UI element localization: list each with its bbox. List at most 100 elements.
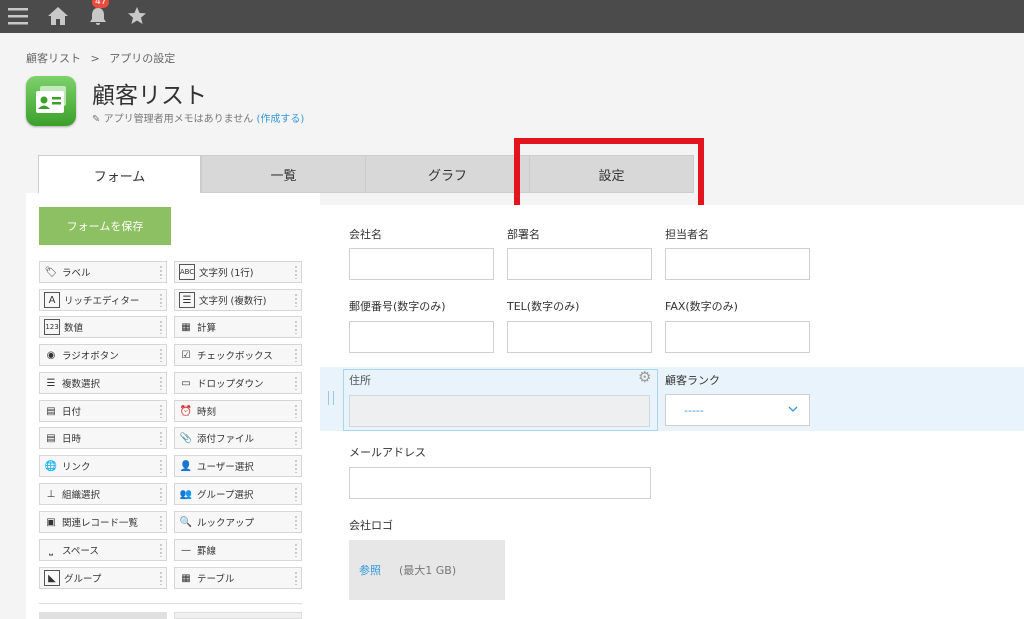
drag-handle-icon[interactable] [294, 431, 298, 445]
tab-graph[interactable]: グラフ [365, 155, 530, 193]
palette-item-label[interactable]: 🏷 ラベル [39, 261, 167, 283]
palette-item-line[interactable]: — 罫線 [174, 539, 302, 561]
palette-item-single-line[interactable]: ABC 文字列 (1行) [174, 261, 302, 283]
globe-icon: 🌐 [44, 460, 58, 472]
menu-icon[interactable] [6, 4, 30, 28]
palette-item-lookup[interactable]: 🔍 ルックアップ [174, 511, 302, 533]
palette-item-group-select[interactable]: 👥 グループ選択 [174, 483, 302, 505]
drag-handle-icon[interactable] [294, 515, 298, 529]
address-input[interactable] [349, 395, 650, 427]
row-drag-handle[interactable] [328, 391, 334, 405]
palette-item-dropdown[interactable]: ▭ ドロップダウン [174, 372, 302, 394]
palette-item-text: 添付ファイル [197, 434, 255, 445]
tab-list[interactable]: 一覧 [201, 155, 366, 193]
drag-handle-icon[interactable] [159, 320, 163, 334]
palette-item-text: 組織選択 [62, 490, 101, 501]
zip-input[interactable] [349, 321, 494, 353]
palette-item-checkbox[interactable]: ☑ チェックボックス [174, 344, 302, 366]
palette-item-time[interactable]: ⏰ 時刻 [174, 400, 302, 422]
palette-item-calc[interactable]: ▦ 計算 [174, 316, 302, 338]
palette-item-text: グループ選択 [197, 490, 254, 501]
home-icon[interactable] [46, 4, 70, 28]
drag-handle-icon[interactable] [294, 376, 298, 390]
gear-icon[interactable]: ⚙ [638, 369, 654, 385]
drag-handle-icon[interactable] [159, 487, 163, 501]
fax-input[interactable] [665, 321, 810, 353]
create-memo-link[interactable]: (作成する) [256, 114, 304, 125]
palette-item-date[interactable]: ▤ 日付 [39, 400, 167, 422]
multiselect-icon: ☰ [46, 377, 56, 389]
company-input[interactable] [349, 248, 494, 280]
drag-handle-icon[interactable] [159, 293, 163, 307]
palette-item-number[interactable]: 123 数値 [39, 316, 167, 338]
palette-divider [39, 603, 302, 604]
palette-item-partial[interactable] [39, 612, 167, 619]
palette-item-table[interactable]: ▦ テーブル [174, 567, 302, 589]
palette-item-text: ユーザー選択 [197, 462, 254, 473]
palette-item-partial[interactable] [174, 612, 302, 619]
palette-item-user-select[interactable]: 👤 ユーザー選択 [174, 455, 302, 477]
palette-item-text: テーブル [197, 574, 235, 585]
drag-handle-icon[interactable] [159, 431, 163, 445]
radio-icon: ◉ [46, 349, 56, 361]
palette-item-related-records[interactable]: ▣ 関連レコード一覧 [39, 511, 167, 533]
tab-form[interactable]: フォーム [38, 155, 201, 195]
palette-item-text: ドロップダウン [197, 379, 264, 390]
app-icon [26, 76, 76, 126]
email-input[interactable] [349, 467, 651, 499]
palette-item-text: 文字列 (複数行) [199, 296, 267, 307]
palette-item-text: 複数選択 [62, 379, 101, 390]
palette-item-text: グループ [64, 574, 102, 585]
drag-handle-icon[interactable] [294, 487, 298, 501]
palette-item-attachment[interactable]: 📎 添付ファイル [174, 427, 302, 449]
drag-handle-icon[interactable] [294, 293, 298, 307]
memo-edit-icon: ✎ [92, 114, 101, 125]
drag-handle-icon[interactable] [159, 459, 163, 473]
palette-item-radio[interactable]: ◉ ラジオボタン [39, 344, 167, 366]
drag-handle-icon[interactable] [294, 265, 298, 279]
save-form-button[interactable]: フォームを保存 [39, 207, 171, 245]
rank-dropdown[interactable]: ----- [665, 394, 810, 426]
palette-item-multiselect[interactable]: ☰ 複数選択 [39, 372, 167, 394]
palette-item-group[interactable]: ◣ グループ [39, 567, 167, 589]
drag-handle-icon[interactable] [294, 571, 298, 585]
browse-link[interactable]: 参照 [359, 562, 381, 578]
drag-handle-icon[interactable] [159, 348, 163, 362]
tel-input[interactable] [507, 321, 652, 353]
palette-item-multi-line[interactable]: ☰ 文字列 (複数行) [174, 289, 302, 311]
abc-icon: ABC [179, 264, 195, 280]
palette-item-text: 文字列 (1行) [199, 268, 254, 279]
drag-handle-icon[interactable] [159, 543, 163, 557]
highlight-annotation [514, 138, 704, 211]
drag-handle-icon[interactable] [294, 404, 298, 418]
palette-item-text: 日時 [62, 434, 82, 445]
drag-handle-icon[interactable] [159, 265, 163, 279]
person-input[interactable] [665, 248, 810, 280]
drag-handle-icon[interactable] [294, 320, 298, 334]
drag-handle-icon[interactable] [159, 571, 163, 585]
palette-item-org-select[interactable]: ⊥ 組織選択 [39, 483, 167, 505]
star-icon[interactable] [125, 4, 149, 28]
drag-handle-icon[interactable] [159, 515, 163, 529]
rank-label: 顧客ランク [665, 374, 720, 387]
breadcrumb-app-link[interactable]: 顧客リスト [26, 52, 81, 65]
palette-item-rich-editor[interactable]: A リッチエディター [39, 289, 167, 311]
address-label: 住所 [349, 374, 371, 387]
palette-item-space[interactable]: ⎵ スペース [39, 539, 167, 561]
drag-handle-icon[interactable] [294, 459, 298, 473]
palette-item-datetime[interactable]: ▤ 日時 [39, 427, 167, 449]
org-icon: ⊥ [46, 488, 56, 500]
drag-handle-icon[interactable] [159, 376, 163, 390]
chevron-down-icon [787, 403, 799, 418]
checkbox-icon: ☑ [181, 349, 191, 361]
palette-item-link[interactable]: 🌐 リンク [39, 455, 167, 477]
palette-item-text: ラベル [62, 268, 91, 279]
drag-handle-icon[interactable] [294, 348, 298, 362]
palette-item-text: リッチエディター [64, 296, 140, 307]
app-title: 顧客リスト [92, 83, 207, 109]
calc-icon: ▦ [181, 321, 191, 333]
drag-handle-icon[interactable] [159, 404, 163, 418]
department-input[interactable] [507, 248, 652, 280]
group-field-icon: ◣ [44, 570, 60, 586]
drag-handle-icon[interactable] [294, 543, 298, 557]
